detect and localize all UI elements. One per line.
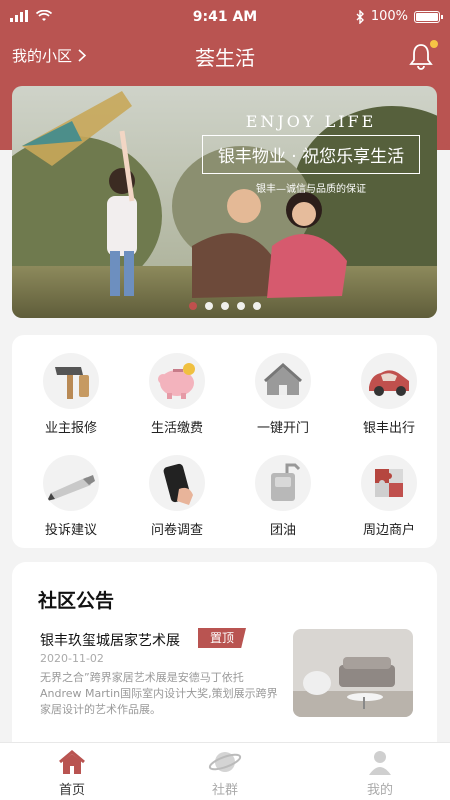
- hammer-icon: [43, 353, 99, 409]
- status-right: 100%: [356, 9, 443, 24]
- tab-home[interactable]: 首页: [22, 749, 122, 798]
- service-survey[interactable]: 问卷调查: [124, 455, 230, 538]
- service-label: 银丰出行: [362, 421, 415, 436]
- carousel-dot[interactable]: [252, 302, 261, 310]
- tab-label: 社群: [211, 783, 238, 798]
- service-label: 周边商户: [362, 523, 415, 538]
- house-icon: [255, 353, 311, 409]
- service-merchants[interactable]: 周边商户: [336, 455, 442, 538]
- piggy-bank-icon: [149, 353, 205, 409]
- notice-item-title[interactable]: 银丰玖玺城居家艺术展: [40, 630, 180, 650]
- tab-label: 我的: [366, 783, 393, 798]
- tab-community[interactable]: 社群: [175, 749, 275, 798]
- promo-banner[interactable]: ENJOY LIFE 银丰物业 · 祝您乐享生活 银丰—诚信与品质的保证: [12, 86, 437, 318]
- carousel-dot[interactable]: [220, 302, 229, 310]
- service-repair[interactable]: 业主报修: [18, 353, 124, 436]
- notice-date: 2020-11-02: [40, 652, 104, 665]
- section-title: 社区公告: [38, 590, 115, 612]
- battery-percent: 100%: [370, 9, 408, 24]
- service-label: 团油: [269, 523, 296, 538]
- notification-dot: [430, 40, 438, 48]
- service-travel[interactable]: 银丰出行: [336, 353, 442, 436]
- service-label: 问卷调查: [150, 523, 203, 538]
- service-fuel[interactable]: 团油: [230, 455, 336, 538]
- banner-caption: ENJOY LIFE 银丰物业 · 祝您乐享生活 银丰—诚信与品质的保证: [202, 112, 420, 195]
- carousel-dot[interactable]: [236, 302, 245, 310]
- banner-subheading: 银丰—诚信与品质的保证: [256, 184, 366, 195]
- service-label: 一键开门: [256, 421, 309, 436]
- status-bar: 9:41 AM 100%: [0, 0, 450, 36]
- pen-icon: [43, 455, 99, 511]
- service-label: 业主报修: [44, 421, 97, 436]
- service-label: 投诉建议: [44, 523, 97, 538]
- service-label: 生活缴费: [150, 421, 203, 436]
- tab-label: 首页: [58, 783, 85, 798]
- top-nav: 我的小区 荟生活: [0, 36, 450, 76]
- pinned-badge: 置顶: [198, 628, 246, 648]
- page-title: 荟生活: [195, 46, 255, 70]
- user-icon: [369, 751, 391, 775]
- service-open-door[interactable]: 一键开门: [230, 353, 336, 436]
- planet-icon: [208, 752, 242, 772]
- car-icon: [361, 353, 417, 409]
- phone-icon: [149, 455, 205, 511]
- service-complaint[interactable]: 投诉建议: [18, 455, 124, 538]
- banner-heading-en: ENJOY LIFE: [245, 112, 377, 131]
- bluetooth-icon: [356, 9, 364, 24]
- puzzle-icon: [361, 455, 417, 511]
- carousel-dots: [12, 302, 437, 310]
- service-payment[interactable]: 生活缴费: [124, 353, 230, 436]
- notice-section: 社区公告 银丰玖玺城居家艺术展 置顶 2020-11-02 无界之合”跨界家居艺…: [12, 562, 437, 762]
- tab-mine[interactable]: 我的: [330, 749, 430, 798]
- banner-heading: 银丰物业 · 祝您乐享生活: [202, 135, 420, 174]
- fuel-can-icon: [255, 455, 311, 511]
- carousel-dot[interactable]: [188, 302, 197, 310]
- home-icon: [59, 750, 85, 774]
- notice-body: 无界之合”跨界家居艺术展是安德马丁依托Andrew Martin国际室内设计大奖…: [40, 671, 278, 716]
- services-grid: 业主报修 生活缴费 一键开门 银丰出行 投诉建议 问卷调查 团油 周边商户: [12, 335, 437, 548]
- bottom-tab-bar: 首页 社群 我的: [0, 742, 450, 800]
- carousel-dot[interactable]: [204, 302, 213, 310]
- battery-icon: [414, 10, 443, 23]
- notice-thumbnail[interactable]: [293, 629, 413, 717]
